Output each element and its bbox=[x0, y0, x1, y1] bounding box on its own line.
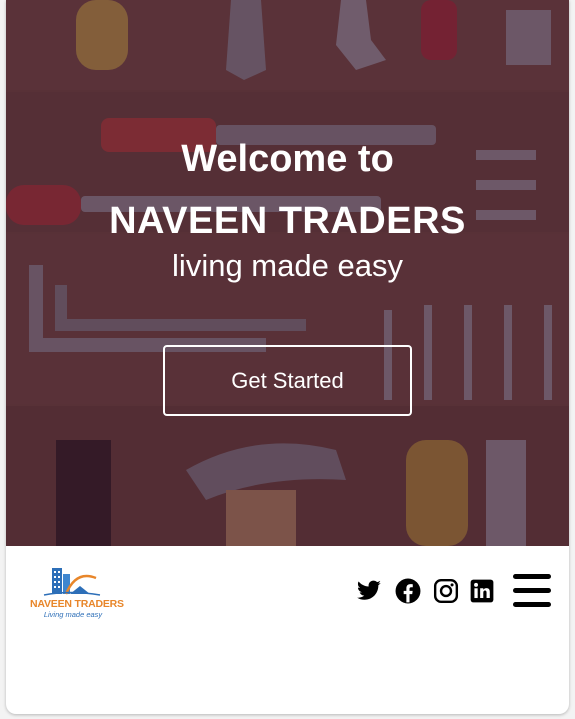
hero-section: Welcome to NAVEEN TRADERS living made ea… bbox=[6, 0, 569, 546]
page-frame: Welcome to NAVEEN TRADERS living made ea… bbox=[0, 0, 575, 719]
facebook-icon[interactable] bbox=[395, 578, 421, 604]
hero-tagline: living made easy bbox=[172, 248, 403, 283]
logo-building-icon bbox=[43, 568, 101, 596]
hero-welcome-heading: Welcome to bbox=[181, 138, 394, 180]
logo-tagline-text: Living made easy bbox=[43, 610, 103, 619]
logo-name-text: NAVEEN TRADERS bbox=[30, 598, 124, 610]
hamburger-menu-icon[interactable] bbox=[513, 574, 551, 608]
brand-logo[interactable]: NAVEEN TRADERS Living made easy bbox=[30, 564, 124, 620]
linkedin-icon[interactable] bbox=[469, 578, 495, 604]
hero-brand-heading: NAVEEN TRADERS bbox=[109, 200, 466, 242]
twitter-icon[interactable] bbox=[356, 578, 382, 604]
instagram-icon[interactable] bbox=[433, 578, 459, 604]
get-started-button[interactable]: Get Started bbox=[163, 345, 412, 416]
navbar: NAVEEN TRADERS Living made easy bbox=[6, 546, 569, 636]
page-card: Welcome to NAVEEN TRADERS living made ea… bbox=[6, 0, 569, 714]
